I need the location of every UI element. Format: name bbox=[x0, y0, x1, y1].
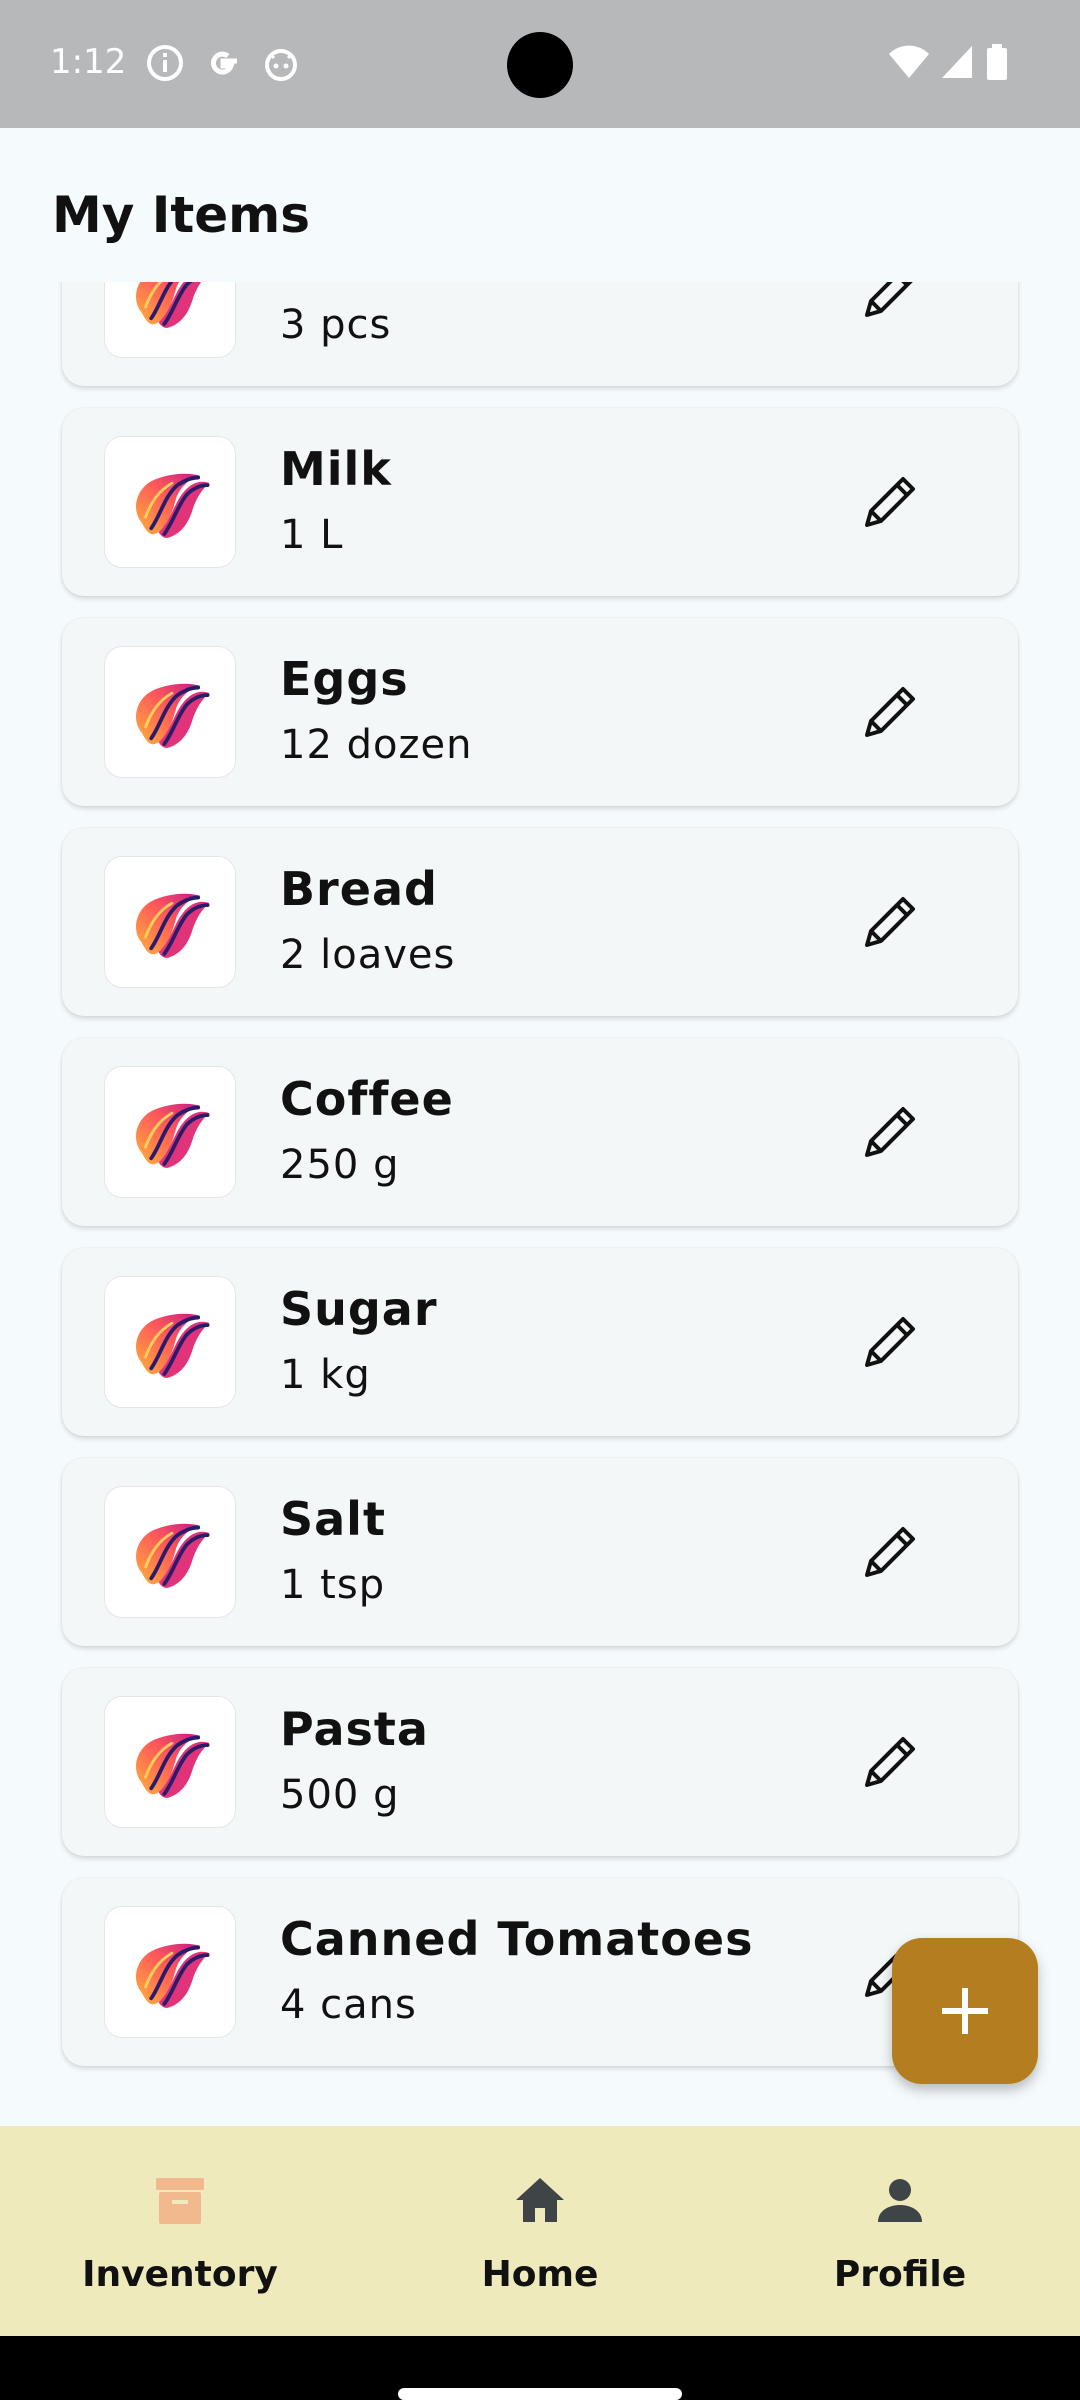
item-logo-icon bbox=[136, 683, 210, 748]
item-name: Milk bbox=[280, 442, 392, 496]
item-card[interactable]: Salt 1 tsp bbox=[62, 1458, 1018, 1646]
item-logo-icon bbox=[136, 282, 202, 328]
item-logo-icon bbox=[136, 1943, 210, 2008]
edit-button[interactable] bbox=[852, 464, 928, 540]
item-thumbnail bbox=[104, 856, 236, 988]
gesture-handle[interactable] bbox=[398, 2388, 682, 2400]
item-name: Bread bbox=[280, 862, 438, 916]
nav-home[interactable]: Home bbox=[360, 2126, 720, 2336]
item-logo-icon bbox=[136, 1313, 210, 1378]
item-logo-icon bbox=[136, 1733, 210, 1798]
item-card[interactable]: Milk 1 L bbox=[62, 408, 1018, 596]
item-quantity: 1 L bbox=[280, 512, 344, 558]
battery-icon bbox=[986, 44, 1008, 84]
status-time: 1:12 bbox=[50, 42, 127, 82]
edit-button[interactable] bbox=[852, 884, 928, 960]
inventory-box-icon bbox=[152, 2168, 208, 2232]
pencil-icon bbox=[865, 477, 915, 527]
edit-button[interactable] bbox=[852, 1304, 928, 1380]
item-logo-icon bbox=[136, 893, 210, 958]
wifi-icon bbox=[888, 44, 930, 84]
nav-profile[interactable]: Profile bbox=[720, 2126, 1080, 2336]
edit-button[interactable] bbox=[852, 1514, 928, 1590]
item-thumbnail bbox=[104, 646, 236, 778]
pencil-icon bbox=[865, 1737, 915, 1787]
item-quantity: 4 cans bbox=[280, 1982, 417, 2028]
nav-label-inventory: Inventory bbox=[82, 2254, 278, 2295]
pencil-icon bbox=[865, 1317, 915, 1367]
item-card[interactable]: Sugar 1 kg bbox=[62, 1248, 1018, 1436]
item-thumbnail bbox=[104, 1486, 236, 1618]
item-name: Salt bbox=[280, 1492, 386, 1546]
add-item-button[interactable] bbox=[892, 1938, 1038, 2084]
android-face-icon bbox=[262, 44, 300, 86]
item-logo-icon bbox=[136, 473, 210, 538]
item-name: Sugar bbox=[280, 1282, 438, 1336]
item-list[interactable]: 3 pcs Milk 1 L Eggs 12 dozen Bread 2 loa… bbox=[0, 282, 1080, 2124]
edit-button[interactable] bbox=[852, 674, 928, 750]
status-bar: 1:12 bbox=[0, 0, 1080, 128]
pencil-icon bbox=[865, 687, 915, 737]
nav-label-home: Home bbox=[481, 2254, 599, 2295]
nav-inventory[interactable]: Inventory bbox=[0, 2126, 360, 2336]
item-quantity: 3 pcs bbox=[280, 302, 392, 348]
bottom-navigation: Inventory Home Profile bbox=[0, 2126, 1080, 2336]
pencil-icon bbox=[865, 1527, 915, 1577]
signal-icon bbox=[940, 44, 974, 84]
nav-label-profile: Profile bbox=[833, 2254, 967, 2295]
item-thumbnail bbox=[104, 1276, 236, 1408]
item-thumbnail bbox=[104, 1696, 236, 1828]
edit-button[interactable] bbox=[852, 1094, 928, 1170]
google-icon bbox=[204, 44, 242, 86]
item-card[interactable]: Eggs 12 dozen bbox=[62, 618, 1018, 806]
item-thumbnail bbox=[104, 1906, 236, 2038]
pencil-icon bbox=[865, 897, 915, 947]
item-thumbnail bbox=[104, 436, 236, 568]
item-name: Eggs bbox=[280, 652, 409, 706]
item-quantity: 12 dozen bbox=[280, 722, 473, 768]
item-quantity: 1 tsp bbox=[280, 1562, 386, 1608]
page-title: My Items bbox=[52, 186, 311, 244]
home-icon bbox=[512, 2168, 568, 2232]
item-quantity: 250 g bbox=[280, 1142, 400, 1188]
edit-button[interactable] bbox=[852, 1724, 928, 1800]
edit-button[interactable] bbox=[852, 282, 928, 330]
front-camera bbox=[507, 32, 573, 98]
item-quantity: 2 loaves bbox=[280, 932, 456, 978]
item-quantity: 500 g bbox=[280, 1772, 400, 1818]
item-logo-icon bbox=[136, 1103, 210, 1168]
person-icon bbox=[872, 2168, 928, 2232]
pencil-icon bbox=[865, 1107, 915, 1157]
item-quantity: 1 kg bbox=[280, 1352, 371, 1398]
item-card[interactable]: Canned Tomatoes 4 cans bbox=[62, 1878, 1018, 2066]
item-thumbnail bbox=[104, 1066, 236, 1198]
item-name: Pasta bbox=[280, 1702, 429, 1756]
item-logo-icon bbox=[136, 1523, 210, 1588]
item-name: Coffee bbox=[280, 1072, 454, 1126]
item-name: Canned Tomatoes bbox=[280, 1912, 754, 1966]
item-card[interactable]: Pasta 500 g bbox=[62, 1668, 1018, 1856]
item-thumbnail bbox=[104, 282, 236, 358]
info-icon bbox=[146, 44, 184, 86]
pencil-icon bbox=[865, 282, 913, 317]
item-card[interactable]: Bread 2 loaves bbox=[62, 828, 1018, 1016]
item-card[interactable]: Coffee 250 g bbox=[62, 1038, 1018, 1226]
item-card[interactable]: 3 pcs bbox=[62, 282, 1018, 386]
plus-icon bbox=[942, 1988, 988, 2034]
